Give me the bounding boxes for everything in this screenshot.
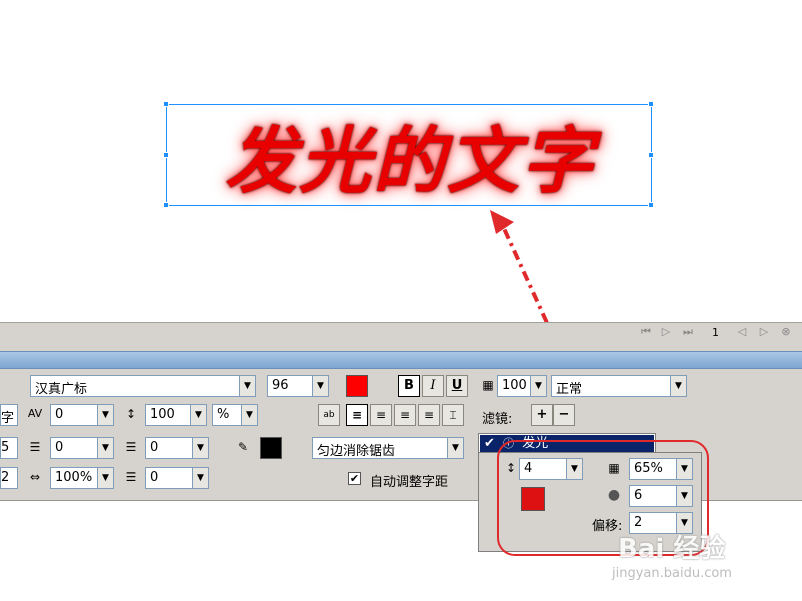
resize-handle-l[interactable] (163, 152, 169, 158)
space-after-input[interactable]: 0 (145, 467, 193, 489)
resize-handle-br[interactable] (648, 202, 654, 208)
chevron-down-icon[interactable]: ▼ (193, 437, 209, 459)
line-unit-select[interactable]: % (212, 404, 242, 426)
last-frame-icon[interactable]: ⏭ (682, 326, 694, 338)
horizontal-scale-input[interactable]: 100% (50, 467, 98, 489)
blend-mode-select[interactable]: 正常 (551, 375, 671, 397)
chevron-down-icon[interactable]: ▼ (242, 404, 258, 426)
chevron-down-icon[interactable]: ▼ (313, 375, 329, 397)
filters-label: 滤镜: (482, 412, 513, 427)
frame-number: 1 (712, 326, 719, 339)
text-orientation-button[interactable]: ab (318, 404, 340, 426)
remove-filter-button[interactable]: − (553, 404, 575, 426)
align-stretch-icon[interactable]: ⌶ (442, 404, 464, 426)
space-before-icon: ☰ (125, 440, 137, 454)
play-icon[interactable]: ▷ (660, 326, 672, 338)
check-icon: ✔ (484, 436, 495, 451)
chevron-down-icon[interactable]: ▼ (240, 375, 256, 397)
align-right-icon[interactable]: ≡ (394, 404, 416, 426)
resize-handle-r[interactable] (648, 152, 654, 158)
indent-icon: ☰ (29, 440, 41, 454)
resize-handle-tr[interactable] (648, 101, 654, 107)
chevron-down-icon[interactable]: ▼ (531, 375, 547, 397)
partial-field[interactable]: 5 (0, 437, 18, 459)
text-color-swatch[interactable] (260, 437, 282, 459)
auto-kern-checkbox[interactable]: ✔ (348, 472, 361, 485)
tracking-icon: AV (27, 407, 43, 420)
next-frame-icon[interactable]: ▷ (758, 326, 770, 338)
property-inspector-titlebar[interactable] (0, 351, 802, 369)
line-height-icon: ↕ (125, 407, 137, 421)
align-left-icon[interactable]: ≡ (346, 404, 368, 426)
pencil-icon: ✎ (237, 440, 249, 454)
line-height-input[interactable]: 100 (145, 404, 191, 426)
chevron-down-icon[interactable]: ▼ (98, 437, 114, 459)
auto-kern-label: 自动调整字距 (370, 475, 449, 490)
font-size-input[interactable]: 96 (267, 375, 313, 397)
first-frame-icon[interactable]: ⏮ (640, 326, 652, 338)
opacity-input[interactable]: 100 (497, 375, 531, 397)
align-justify-icon[interactable]: ≡ (418, 404, 440, 426)
font-family-select[interactable]: 汉真广标 (30, 375, 240, 397)
add-filter-button[interactable]: + (531, 404, 553, 426)
partial-field[interactable]: 2 (0, 467, 18, 489)
text-selection-box[interactable] (166, 104, 652, 206)
bold-button[interactable]: B (398, 375, 420, 397)
align-center-icon[interactable]: ≡ (370, 404, 392, 426)
chevron-down-icon[interactable]: ▼ (671, 375, 687, 397)
underline-button[interactable]: U (446, 375, 468, 397)
indent-input[interactable]: 0 (50, 437, 98, 459)
watermark-logo: Bai 经验 (618, 534, 726, 564)
tracking-input[interactable]: 0 (50, 404, 98, 426)
prev-frame-icon[interactable]: ◁ (736, 326, 748, 338)
chevron-down-icon[interactable]: ▼ (193, 467, 209, 489)
chevron-down-icon[interactable]: ▼ (191, 404, 207, 426)
panel-separator (0, 343, 802, 351)
fill-color-swatch[interactable] (346, 375, 368, 397)
opacity-icon: ▦ (482, 378, 494, 392)
close-icon[interactable]: ⊗ (780, 326, 792, 338)
chevron-down-icon[interactable]: ▼ (98, 467, 114, 489)
chevron-down-icon[interactable]: ▼ (98, 404, 114, 426)
partial-field[interactable]: 字 (0, 404, 18, 426)
watermark-url: jingyan.baidu.com (612, 566, 732, 581)
horizontal-scale-icon: ⇔ (29, 470, 41, 484)
resize-handle-tl[interactable] (163, 101, 169, 107)
space-before-input[interactable]: 0 (145, 437, 193, 459)
chevron-down-icon[interactable]: ▼ (448, 437, 464, 459)
resize-handle-bl[interactable] (163, 202, 169, 208)
antialias-select[interactable]: 匀边消除锯齿 (312, 437, 448, 459)
space-after-icon: ☰ (125, 470, 137, 484)
italic-button[interactable]: I (422, 375, 444, 397)
